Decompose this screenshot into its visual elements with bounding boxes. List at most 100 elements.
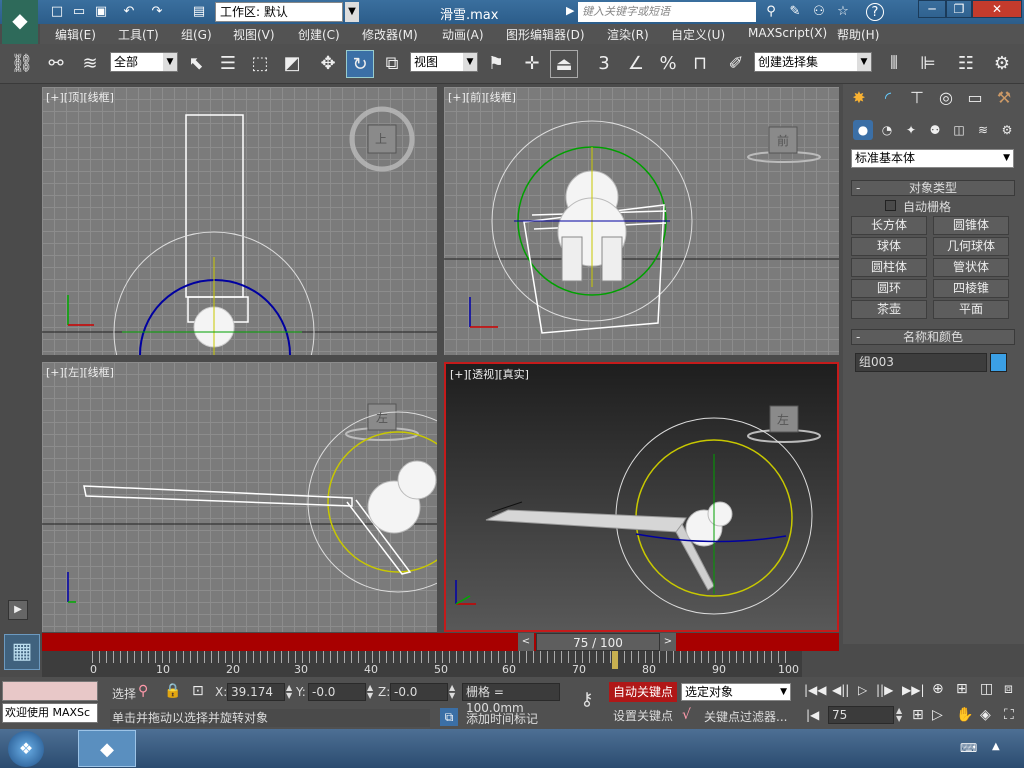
expand-arrow-icon[interactable]: ▶ xyxy=(8,600,28,620)
select-manipulate-icon[interactable]: ✛ xyxy=(518,50,546,78)
pyramid-button[interactable]: 四棱锥 xyxy=(933,279,1009,298)
new-file-icon[interactable]: □ xyxy=(48,3,66,21)
current-frame-field[interactable]: 75 xyxy=(828,706,894,724)
lock-selection-icon[interactable]: 🔒 xyxy=(164,683,181,699)
communication-icon[interactable]: ⚇ xyxy=(810,3,828,21)
help-icon[interactable]: ? xyxy=(866,3,884,21)
zoom-all-icon[interactable]: ⊞ xyxy=(956,681,968,697)
keyboard-tray-icon[interactable]: ⌨ xyxy=(960,741,977,755)
keyboard-shortcut-override-icon[interactable]: ⏏ xyxy=(550,50,578,78)
field-of-view-icon[interactable]: ▷ xyxy=(932,707,943,723)
taskbar-3dsmax-icon[interactable]: ◆ xyxy=(78,730,136,767)
viewport-front[interactable]: [+][前][线框] 前 xyxy=(444,87,839,355)
goto-end-icon[interactable]: ▶▶| xyxy=(902,683,925,697)
geometry-icon[interactable]: ● xyxy=(853,120,873,140)
time-slider[interactable]: 75 / 100 xyxy=(536,633,660,651)
sphere-button[interactable]: 球体 xyxy=(851,237,927,256)
select-object-icon[interactable]: ⬉ xyxy=(182,50,210,78)
key-mode-dropdown[interactable]: 选定对象 ▼ xyxy=(681,683,791,701)
time-config-icon[interactable]: ⊞ xyxy=(912,707,924,723)
project-folder-icon[interactable]: ▤ xyxy=(190,3,208,21)
pivot-center-icon[interactable]: ⚑ xyxy=(482,50,510,78)
save-file-icon[interactable]: ▣ xyxy=(92,3,110,21)
menu-create[interactable]: 创建(C) xyxy=(298,26,340,43)
modify-tab-icon[interactable]: ◜ xyxy=(876,88,900,110)
favorites-star-icon[interactable]: ☆ xyxy=(834,3,852,21)
spinner-snap-icon[interactable]: ⊓ xyxy=(686,50,714,78)
time-prev-icon[interactable]: < xyxy=(518,633,534,651)
maximize-button[interactable]: ❐ xyxy=(946,0,972,18)
tray-expand-icon[interactable]: ▲ xyxy=(992,741,1000,752)
viewport-top[interactable]: [+][顶][线框] 上 xyxy=(42,87,437,355)
search-input[interactable]: 键入关键字或短语 xyxy=(578,2,756,22)
key-filters-icon[interactable]: √ xyxy=(682,707,691,723)
key-mode-toggle-icon[interactable]: |◀ xyxy=(806,708,819,722)
auto-key-button[interactable]: 自动关键点 xyxy=(609,682,677,702)
snap-toggle-icon[interactable]: 3 xyxy=(590,50,618,78)
menu-group[interactable]: 组(G) xyxy=(181,26,212,43)
unlink-icon[interactable]: ⚯ xyxy=(42,50,70,78)
z-coordinate-field[interactable]: -0.0 xyxy=(390,683,448,701)
maximize-viewport-icon[interactable]: ⛶ xyxy=(1004,707,1014,723)
utilities-tab-icon[interactable]: ⚒ xyxy=(992,88,1016,110)
systems-icon[interactable]: ⚙ xyxy=(997,120,1017,140)
autogrid-checkbox[interactable] xyxy=(885,200,896,211)
workspace-dropdown[interactable]: 工作区: 默认 xyxy=(215,2,343,22)
absolute-mode-icon[interactable]: ⊡ xyxy=(192,683,204,699)
menu-maxscript[interactable]: MAXScript(X) xyxy=(748,26,827,40)
set-key-button[interactable]: 设置关键点 xyxy=(609,706,677,726)
helpers-icon[interactable]: ◫ xyxy=(949,120,969,140)
selection-filter-dropdown[interactable]: 全部 ▼ xyxy=(110,52,178,72)
spacewarps-icon[interactable]: ≋ xyxy=(973,120,993,140)
x-spinner-icon[interactable]: ▲ ▼ xyxy=(286,684,292,700)
menu-modifiers[interactable]: 修改器(M) xyxy=(362,26,418,43)
object-color-swatch[interactable] xyxy=(990,353,1007,372)
viewcube-perspective[interactable]: 左 xyxy=(777,411,789,428)
cameras-icon[interactable]: ⚉ xyxy=(925,120,945,140)
percent-snap-icon[interactable]: % xyxy=(654,50,682,78)
object-type-rollout-header[interactable]: - 对象类型 xyxy=(851,180,1015,196)
object-name-field[interactable]: 组003 xyxy=(855,353,987,372)
motion-tab-icon[interactable]: ◎ xyxy=(934,88,958,110)
menu-rendering[interactable]: 渲染(R) xyxy=(607,26,649,43)
minimize-button[interactable]: ─ xyxy=(918,0,946,18)
menu-edit[interactable]: 编辑(E) xyxy=(55,26,96,43)
link-icon[interactable]: ⛓ xyxy=(8,50,36,78)
binoculars-icon[interactable]: ⚲ xyxy=(762,3,780,21)
named-selection-set-dropdown[interactable]: 创建选择集 ▼ xyxy=(754,52,872,72)
key-filters-button[interactable]: 关键点过滤器... xyxy=(704,708,787,725)
menu-views[interactable]: 视图(V) xyxy=(233,26,275,43)
teapot-button[interactable]: 茶壶 xyxy=(851,300,927,319)
goto-start-icon[interactable]: |◀◀ xyxy=(804,683,827,697)
viewport-layout-icon[interactable]: ▦ xyxy=(4,634,40,670)
maxscript-welcome[interactable]: 欢迎使用 MAXSc xyxy=(2,703,98,723)
category-dropdown[interactable]: 标准基本体 ▼ xyxy=(851,149,1014,168)
zoom-icon[interactable]: ⊕ xyxy=(932,681,944,697)
menu-help[interactable]: 帮助(H) xyxy=(837,26,879,43)
tube-button[interactable]: 管状体 xyxy=(933,258,1009,277)
play-icon[interactable]: ▷ xyxy=(858,683,867,697)
chevron-down-icon[interactable]: ▼ xyxy=(345,2,359,22)
hierarchy-tab-icon[interactable]: ⊤ xyxy=(905,88,929,110)
menu-customize[interactable]: 自定义(U) xyxy=(671,26,725,43)
x-coordinate-field[interactable]: 39.174 xyxy=(227,683,285,701)
tools-icon[interactable]: ✎ xyxy=(786,3,804,21)
time-next-icon[interactable]: > xyxy=(660,633,676,651)
app-logo-icon[interactable]: ◆ xyxy=(2,0,38,44)
menu-tools[interactable]: 工具(T) xyxy=(118,26,159,43)
time-tag-icon[interactable]: ⧉ xyxy=(440,708,458,726)
z-spinner-icon[interactable]: ▲ ▼ xyxy=(449,684,455,700)
cylinder-button[interactable]: 圆柱体 xyxy=(851,258,927,277)
y-spinner-icon[interactable]: ▲ ▼ xyxy=(367,684,373,700)
edit-named-selection-icon[interactable]: ✐ xyxy=(722,50,750,78)
pan-icon[interactable]: ✋ xyxy=(956,707,973,723)
move-icon[interactable]: ✥ xyxy=(314,50,342,78)
rotate-icon[interactable]: ↻ xyxy=(346,50,374,78)
frame-spinner-icon[interactable]: ▲ ▼ xyxy=(896,707,902,723)
open-file-icon[interactable]: ▭ xyxy=(70,3,88,21)
angle-snap-icon[interactable]: ∠ xyxy=(622,50,650,78)
mirror-icon[interactable]: ⫴ xyxy=(880,50,908,78)
isolate-icon[interactable]: ⚲ xyxy=(138,683,148,699)
graphite-toolbar-icon[interactable]: ⚙ xyxy=(988,50,1016,78)
viewcube-top[interactable]: 上 xyxy=(375,130,387,147)
